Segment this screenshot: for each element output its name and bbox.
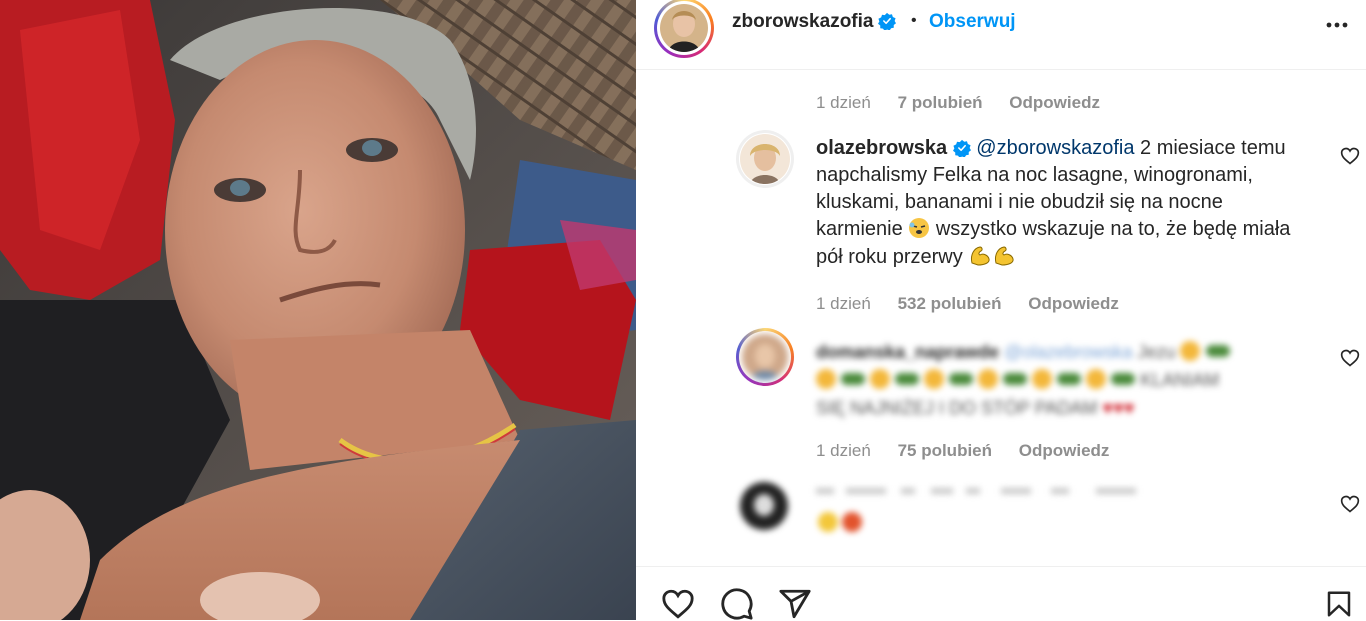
verified-badge-icon bbox=[877, 12, 896, 30]
emoji-icon bbox=[816, 369, 836, 389]
emoji-icon bbox=[1086, 369, 1107, 389]
emoji-icon bbox=[1057, 373, 1082, 385]
header-separator: • bbox=[911, 12, 917, 29]
emoji-icon bbox=[924, 369, 945, 389]
paper-plane-icon[interactable] bbox=[778, 587, 812, 621]
comment-text-line: karmienie bbox=[816, 218, 909, 240]
comment-text-line: napchalismy Felka na noc lasagne, winogr… bbox=[816, 164, 1253, 186]
blurred-emoji-row bbox=[818, 512, 878, 534]
emoji-icon bbox=[841, 373, 866, 385]
comment-body: domanska_naprawde @olazebrowska Jezu KLA… bbox=[816, 338, 1336, 422]
reply-button[interactable]: Odpowiedz bbox=[1009, 93, 1100, 112]
comment-text-line: KLANIAM bbox=[1140, 370, 1220, 390]
comment-username[interactable]: olazebrowska bbox=[816, 137, 947, 159]
emoji-icon bbox=[1180, 341, 1201, 361]
post-action-bar bbox=[636, 566, 1366, 620]
commenter-avatar[interactable] bbox=[736, 130, 794, 188]
reply-button[interactable]: Odpowiedz bbox=[1028, 294, 1119, 313]
author-avatar[interactable] bbox=[654, 0, 714, 58]
comment-like-heart-icon[interactable] bbox=[1340, 146, 1360, 166]
emoji-icon bbox=[1205, 345, 1230, 357]
heart-icon[interactable] bbox=[660, 587, 696, 621]
comment-text-line: kluskami, bananami i nie obudził się na … bbox=[816, 191, 1223, 213]
author-username[interactable]: zborowskazofia bbox=[732, 11, 873, 32]
heart-emoji-icon: ♥♥♥ bbox=[1102, 398, 1135, 418]
comment-mention[interactable]: @olazebrowska bbox=[1004, 342, 1132, 362]
emoji-icon bbox=[895, 373, 920, 385]
more-horizontal-icon[interactable] bbox=[1324, 12, 1350, 38]
comment-like-heart-icon[interactable] bbox=[1340, 494, 1360, 514]
flexed-biceps-emoji-icon bbox=[971, 246, 990, 266]
bookmark-icon[interactable] bbox=[1324, 587, 1354, 621]
hot-face-emoji-icon bbox=[909, 218, 930, 238]
post-photo bbox=[0, 0, 636, 620]
post-photo-illustration bbox=[0, 0, 636, 620]
emoji-icon bbox=[949, 373, 974, 385]
reply-button[interactable]: Odpowiedz bbox=[1019, 441, 1110, 460]
flexed-biceps-emoji-icon bbox=[995, 246, 1014, 266]
emoji-icon bbox=[1003, 373, 1028, 385]
author-avatar-image bbox=[660, 4, 708, 52]
comment-time: 1 dzień bbox=[816, 294, 871, 313]
comment-text-line: wszystko wskazuje na to, że będę miała bbox=[930, 218, 1291, 240]
owner-comment-meta: 1 dzień 7 polubień Odpowiedz bbox=[816, 93, 1122, 113]
emoji-icon bbox=[978, 369, 999, 389]
comment-text-line: Jezu bbox=[1132, 342, 1176, 362]
comment-likes[interactable]: 75 polubień bbox=[898, 441, 992, 460]
blurred-comment-text bbox=[816, 488, 1296, 498]
commenter-avatar[interactable] bbox=[740, 482, 788, 530]
comment-likes[interactable]: 7 polubień bbox=[898, 93, 983, 112]
comment-text-line: pół roku przerwy bbox=[816, 246, 969, 268]
verified-badge-icon bbox=[952, 139, 971, 157]
emoji-icon bbox=[1032, 369, 1053, 389]
comment-body: olazebrowska @zborowskazofia 2 miesiace … bbox=[816, 135, 1336, 271]
comment-like-heart-icon[interactable] bbox=[1340, 348, 1360, 368]
commenter-avatar[interactable] bbox=[736, 328, 794, 386]
post-detail-panel: zborowskazofia • Obserwuj 1 dzień 7 polu… bbox=[636, 0, 1366, 620]
emoji-icon bbox=[1111, 373, 1136, 385]
commenter-avatar-image bbox=[742, 334, 788, 380]
follow-button[interactable]: Obserwuj bbox=[929, 11, 1016, 33]
comment-meta: 1 dzień 75 polubień Odpowiedz bbox=[816, 441, 1131, 461]
comment-username[interactable]: domanska_naprawde bbox=[816, 342, 999, 362]
comment-time: 1 dzień bbox=[816, 441, 871, 460]
comment-time: 1 dzień bbox=[816, 93, 871, 112]
comment-text-line: SIĘ NAJNIŻEJ I DO STÓP PADAM bbox=[816, 398, 1098, 418]
comment-likes[interactable]: 532 polubień bbox=[898, 294, 1002, 313]
emoji-icon bbox=[870, 369, 891, 389]
commenter-avatar-image bbox=[740, 134, 790, 184]
comment-meta: 1 dzień 532 polubień Odpowiedz bbox=[816, 294, 1141, 314]
comment-text-line: 2 miesiace temu bbox=[1134, 137, 1286, 159]
comment-mention[interactable]: @zborowskazofia bbox=[976, 137, 1134, 159]
comment-icon[interactable] bbox=[720, 587, 754, 621]
post-header: zborowskazofia • Obserwuj bbox=[636, 0, 1366, 70]
